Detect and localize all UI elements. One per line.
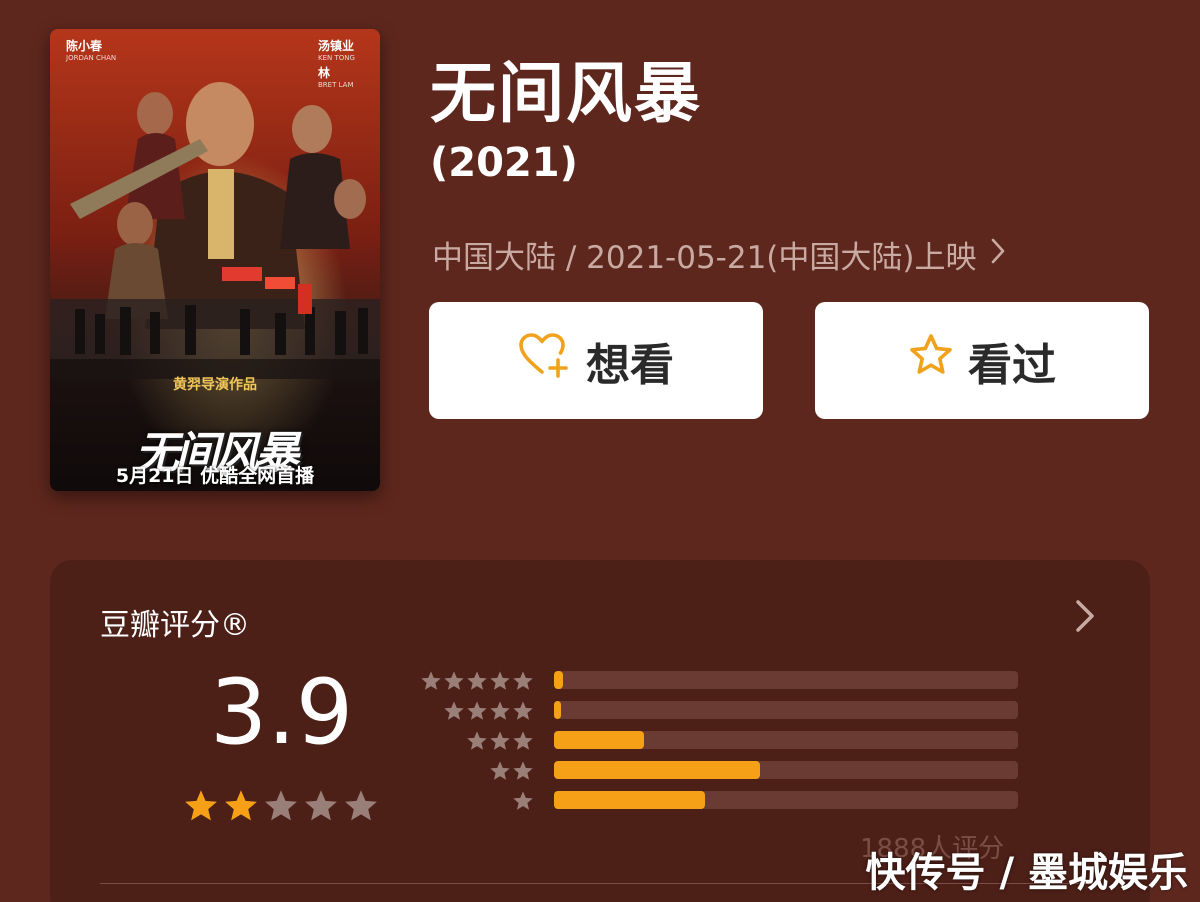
poster-credit-right-2: 林 BRET LAM bbox=[318, 66, 354, 89]
star-small-icon bbox=[513, 731, 533, 750]
movie-poster[interactable]: 陈小春 JORDAN CHAN 汤镇业 KEN TONG 林 BRET LAM … bbox=[50, 29, 380, 491]
rating-bar-fill bbox=[554, 731, 645, 749]
star-empty-icon bbox=[265, 790, 297, 821]
row-stars bbox=[512, 790, 534, 812]
watched-button[interactable]: 看过 bbox=[815, 302, 1149, 419]
row-stars bbox=[443, 700, 534, 722]
movie-meta-link[interactable]: 中国大陆 / 2021-05-21(中国大陆)上映 bbox=[432, 232, 1005, 277]
rating-score: 3.9 bbox=[210, 660, 354, 765]
watched-label: 看过 bbox=[968, 339, 1056, 391]
poster-director: 黄羿导演作品 bbox=[173, 377, 257, 393]
rating-bar-fill bbox=[554, 671, 564, 689]
chevron-right-icon[interactable] bbox=[1074, 596, 1098, 636]
rating-row-4-star bbox=[420, 700, 1020, 720]
star-small-icon bbox=[490, 701, 510, 720]
star-empty-icon bbox=[305, 790, 337, 821]
movie-year: (2021) bbox=[430, 140, 578, 186]
want-to-watch-label: 想看 bbox=[586, 339, 674, 391]
star-small-icon bbox=[490, 671, 510, 690]
star-small-icon bbox=[467, 731, 487, 750]
rating-stars bbox=[183, 788, 379, 824]
poster-credit-right: 汤镇业 KEN TONG bbox=[318, 39, 355, 62]
row-stars bbox=[466, 730, 534, 752]
chevron-right-icon bbox=[991, 237, 1005, 272]
poster-credit-left: 陈小春 JORDAN CHAN bbox=[66, 39, 117, 62]
want-to-watch-button[interactable]: 想看 bbox=[429, 302, 763, 419]
watermark: 快传号 / 墨城娱乐 bbox=[865, 850, 1188, 896]
star-filled-icon bbox=[185, 790, 217, 821]
rating-row-3-star bbox=[420, 730, 1020, 750]
star-empty-icon bbox=[345, 790, 377, 821]
rating-row-2-star bbox=[420, 760, 1020, 780]
star-small-icon bbox=[513, 701, 533, 720]
rating-row-5-star bbox=[420, 670, 1020, 690]
rating-bar-track bbox=[554, 731, 1018, 749]
row-stars bbox=[420, 670, 534, 692]
rating-title: 豆瓣评分® bbox=[100, 608, 250, 643]
star-small-icon bbox=[513, 761, 533, 780]
heart-plus-icon bbox=[518, 332, 586, 389]
star-small-icon bbox=[513, 791, 533, 810]
rating-bar-track bbox=[554, 761, 1018, 779]
star-small-icon bbox=[467, 701, 487, 720]
star-small-icon bbox=[444, 671, 464, 690]
rating-bar-track bbox=[554, 671, 1018, 689]
movie-detail-page: 陈小春 JORDAN CHAN 汤镇业 KEN TONG 林 BRET LAM … bbox=[0, 0, 1200, 902]
star-small-icon bbox=[444, 701, 464, 720]
poster-release-text: 5月21日 优酷全网首播 bbox=[115, 465, 315, 487]
rating-bar-fill bbox=[554, 701, 561, 719]
rating-bar-fill bbox=[554, 761, 761, 779]
movie-title: 无间风暴 bbox=[430, 55, 702, 132]
star-small-icon bbox=[421, 671, 441, 690]
star-small-icon bbox=[490, 761, 510, 780]
rating-bar-track bbox=[554, 791, 1018, 809]
star-small-icon bbox=[467, 671, 487, 690]
rating-bar-fill bbox=[554, 791, 705, 809]
rating-bar-track bbox=[554, 701, 1018, 719]
movie-meta-text: 中国大陆 / 2021-05-21(中国大陆)上映 bbox=[432, 240, 977, 276]
row-stars bbox=[489, 760, 534, 782]
rating-row-1-star bbox=[420, 790, 1020, 810]
star-small-icon bbox=[513, 671, 533, 690]
star-small-icon bbox=[490, 731, 510, 750]
star-filled-icon bbox=[225, 790, 257, 821]
star-outline-icon bbox=[908, 333, 968, 388]
